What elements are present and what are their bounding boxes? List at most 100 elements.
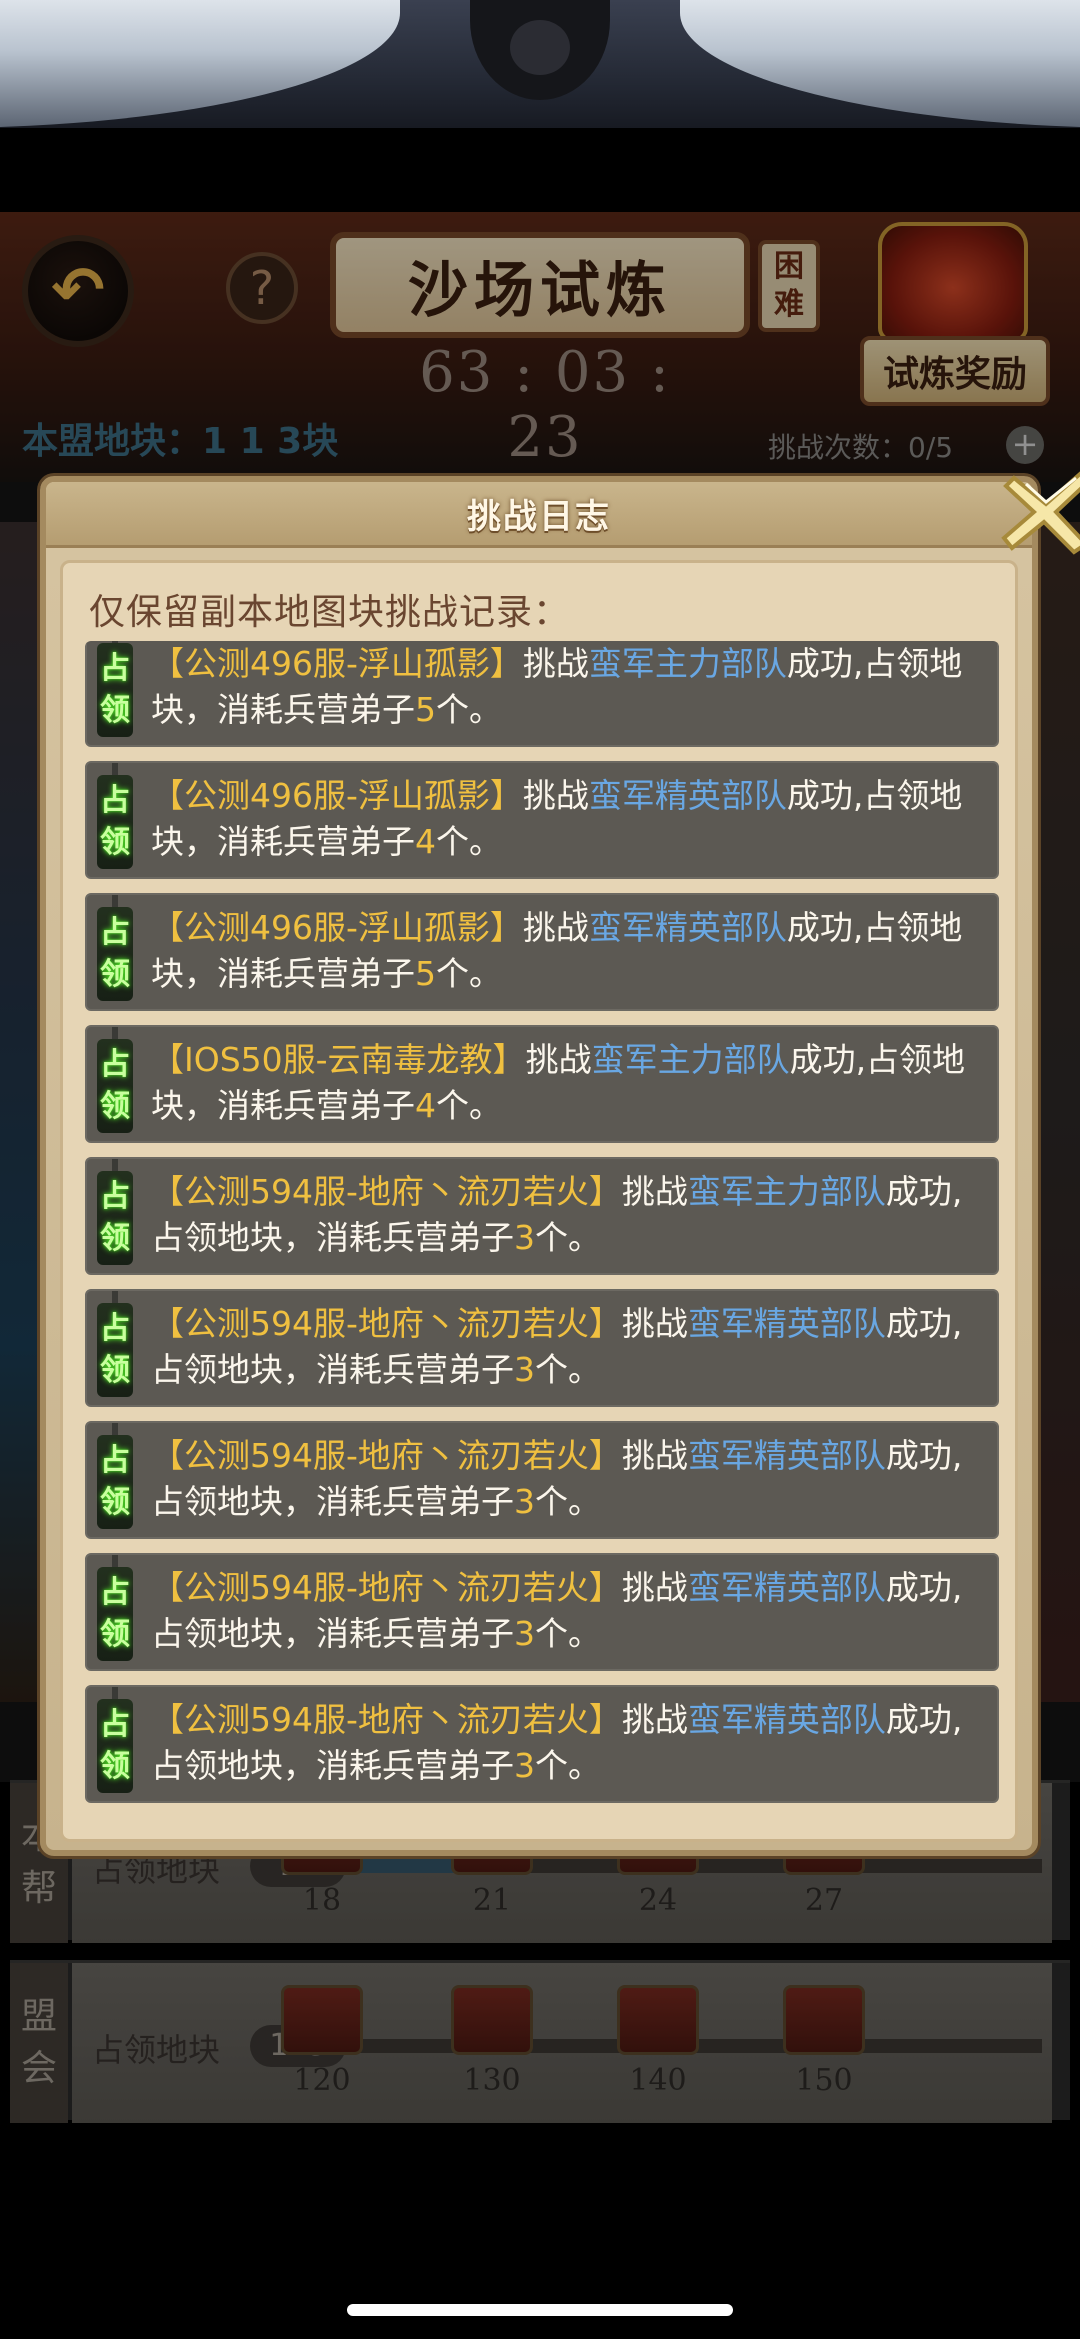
badge-char: 领: [100, 1353, 130, 1388]
occupy-badge: 占领: [97, 1291, 133, 1397]
log-text: 【公测496服-浮山孤影】挑战蛮军精英部队成功,占领地块，消耗兵营弟子4个。: [151, 773, 987, 865]
log-entry: 占领【公测594服-地府丶流刃若火】挑战蛮军精英部队成功,占领地块，消耗兵营弟子…: [85, 1685, 999, 1803]
server-name: 【公测496服-浮山孤影】: [151, 776, 523, 815]
server-name: 【公测594服-地府丶流刃若火】: [151, 1172, 622, 1211]
log-entry: 占领【公测594服-地府丶流刃若火】挑战蛮军精英部队成功,占领地块，消耗兵营弟子…: [85, 1553, 999, 1671]
log-unit: 个。: [535, 1614, 601, 1653]
curtain-right: [680, 0, 1080, 128]
log-verb: 挑战: [621, 1568, 688, 1607]
log-entry: 占领【公测496服-浮山孤影】挑战蛮军精英部队成功,占领地块，消耗兵营弟子4个。: [85, 761, 999, 879]
top-scenery: [0, 0, 1080, 128]
log-verb: 挑战: [522, 644, 589, 683]
curtain-left: [0, 0, 400, 128]
troop-name: 蛮军精英部队: [687, 1304, 886, 1343]
badge-char: 占: [100, 1179, 130, 1214]
log-verb: 挑战: [621, 1700, 688, 1739]
retention-notice: 仅保留副本地图块挑战记录：: [89, 592, 571, 633]
log-entry: 占领【公测594服-地府丶流刃若火】挑战蛮军主力部队成功,占领地块，消耗兵营弟子…: [85, 1157, 999, 1275]
log-verb: 挑战: [525, 1040, 592, 1079]
occupy-badge: 占领: [97, 1159, 133, 1265]
server-name: 【公测496服-浮山孤影】: [151, 644, 523, 683]
badge-char: 占: [100, 915, 130, 950]
troop-name: 蛮军主力部队: [591, 1040, 790, 1079]
log-unit: 个。: [535, 1350, 601, 1389]
consumed-count: 4: [415, 1086, 436, 1125]
log-entry: 占领【IOS50服-云南毒龙教】挑战蛮军主力部队成功,占领地块，消耗兵营弟子4个…: [85, 1025, 999, 1143]
log-entry: 占领【公测594服-地府丶流刃若火】挑战蛮军精英部队成功,占领地块，消耗兵营弟子…: [85, 1289, 999, 1407]
troop-name: 蛮军主力部队: [588, 644, 787, 683]
consumed-count: 3: [514, 1218, 535, 1257]
troop-name: 蛮军精英部队: [687, 1700, 886, 1739]
badge-char: 领: [100, 1749, 130, 1784]
log-text: 【公测594服-地府丶流刃若火】挑战蛮军精英部队成功,占领地块，消耗兵营弟子3个…: [151, 1301, 987, 1393]
log-entry: 占领【公测496服-浮山孤影】挑战蛮军主力部队成功,占领地块，消耗兵营弟子5个。: [85, 641, 999, 747]
log-text: 【公测496服-浮山孤影】挑战蛮军精英部队成功,占领地块，消耗兵营弟子5个。: [151, 905, 987, 997]
badge-char: 占: [100, 651, 130, 686]
server-name: 【公测594服-地府丶流刃若火】: [151, 1700, 622, 1739]
log-unit: 个。: [436, 822, 502, 861]
log-unit: 个。: [535, 1218, 601, 1257]
challenge-log-dialog: 挑战日志 仅保留副本地图块挑战记录： 占领【公测496服-浮山孤影】挑战蛮军主力…: [40, 471, 1080, 1856]
troop-name: 蛮军精英部队: [687, 1568, 886, 1607]
occupy-badge: 占领: [97, 1027, 133, 1133]
close-x-icon[interactable]: [996, 468, 1080, 558]
consumed-count: 4: [415, 822, 436, 861]
log-text: 【公测496服-浮山孤影】挑战蛮军主力部队成功,占领地块，消耗兵营弟子5个。: [151, 641, 987, 733]
badge-char: 领: [100, 1089, 130, 1124]
log-text: 【公测594服-地府丶流刃若火】挑战蛮军精英部队成功,占领地块，消耗兵营弟子3个…: [151, 1565, 987, 1657]
spacer-band: [0, 128, 1080, 212]
badge-char: 领: [100, 693, 130, 728]
log-unit: 个。: [436, 1086, 502, 1125]
server-name: 【IOS50服-云南毒龙教】: [151, 1040, 526, 1079]
log-text: 【公测594服-地府丶流刃若火】挑战蛮军主力部队成功,占领地块，消耗兵营弟子3个…: [151, 1169, 987, 1261]
badge-char: 领: [100, 957, 130, 992]
log-entry: 占领【公测594服-地府丶流刃若火】挑战蛮军精英部队成功,占领地块，消耗兵营弟子…: [85, 1421, 999, 1539]
dialog-content: 仅保留副本地图块挑战记录： 占领【公测496服-浮山孤影】挑战蛮军主力部队成功,…: [60, 560, 1018, 1842]
consumed-count: 5: [415, 954, 436, 993]
badge-char: 领: [100, 1221, 130, 1256]
log-list: 占领【公测496服-浮山孤影】挑战蛮军主力部队成功,占领地块，消耗兵营弟子5个。…: [85, 641, 999, 1817]
log-text: 【公测594服-地府丶流刃若火】挑战蛮军精英部队成功,占领地块，消耗兵营弟子3个…: [151, 1697, 987, 1789]
consumed-count: 3: [514, 1482, 535, 1521]
dialog-title: 挑战日志: [467, 497, 611, 537]
server-name: 【公测496服-浮山孤影】: [151, 908, 523, 947]
troop-name: 蛮军精英部队: [588, 776, 787, 815]
log-text: 【IOS50服-云南毒龙教】挑战蛮军主力部队成功,占领地块，消耗兵营弟子4个。: [151, 1037, 987, 1129]
log-verb: 挑战: [621, 1436, 688, 1475]
log-verb: 挑战: [522, 776, 589, 815]
log-entry: 占领【公测496服-浮山孤影】挑战蛮军精英部队成功,占领地块，消耗兵营弟子5个。: [85, 893, 999, 1011]
log-unit: 个。: [436, 954, 502, 993]
server-name: 【公测594服-地府丶流刃若火】: [151, 1436, 622, 1475]
log-scroll-area[interactable]: 占领【公测496服-浮山孤影】挑战蛮军主力部队成功,占领地块，消耗兵营弟子5个。…: [85, 641, 999, 1825]
occupy-badge: 占领: [97, 1687, 133, 1793]
consumed-count: 3: [514, 1350, 535, 1389]
badge-char: 领: [100, 825, 130, 860]
log-unit: 个。: [535, 1746, 601, 1785]
log-verb: 挑战: [522, 908, 589, 947]
occupy-badge: 占领: [97, 895, 133, 1001]
troop-name: 蛮军精英部队: [687, 1436, 886, 1475]
badge-char: 占: [100, 1311, 130, 1346]
log-unit: 个。: [535, 1482, 601, 1521]
dialog-header: 挑战日志: [46, 482, 1032, 548]
badge-char: 占: [100, 1707, 130, 1742]
occupy-badge: 占领: [97, 763, 133, 869]
ornament: [470, 0, 610, 100]
badge-char: 占: [100, 1575, 130, 1610]
home-indicator[interactable]: [347, 2304, 733, 2316]
server-name: 【公测594服-地府丶流刃若火】: [151, 1304, 622, 1343]
consumed-count: 3: [514, 1614, 535, 1653]
log-verb: 挑战: [621, 1172, 688, 1211]
log-text: 【公测594服-地府丶流刃若火】挑战蛮军精英部队成功,占领地块，消耗兵营弟子3个…: [151, 1433, 987, 1525]
badge-char: 占: [100, 1443, 130, 1478]
consumed-count: 3: [514, 1746, 535, 1785]
log-unit: 个。: [436, 690, 502, 729]
troop-name: 蛮军主力部队: [687, 1172, 886, 1211]
log-verb: 挑战: [621, 1304, 688, 1343]
troop-name: 蛮军精英部队: [588, 908, 787, 947]
badge-char: 占: [100, 783, 130, 818]
occupy-badge: 占领: [97, 641, 133, 737]
badge-char: 占: [100, 1047, 130, 1082]
badge-char: 领: [100, 1617, 130, 1652]
occupy-badge: 占领: [97, 1555, 133, 1661]
